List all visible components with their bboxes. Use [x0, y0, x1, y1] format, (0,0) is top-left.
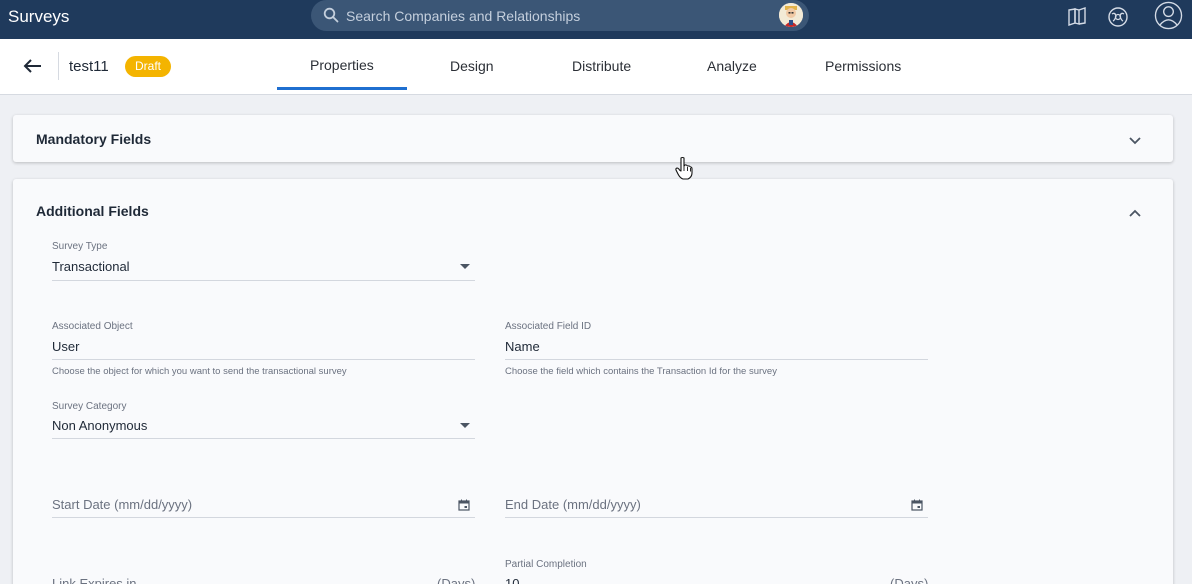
survey-category-label: Survey Category	[52, 401, 127, 412]
survey-name: test11	[69, 58, 109, 75]
additional-fields-panel: Additional Fields Survey Type Transactio…	[13, 179, 1173, 584]
top-bar: Surveys Search Companies and Relationshi…	[0, 0, 1192, 39]
end-date-input[interactable]: End Date (mm/dd/yyyy)	[505, 497, 641, 512]
partial-completion-input[interactable]: 10	[505, 576, 519, 584]
active-tab-indicator	[277, 87, 407, 90]
dropdown-caret-icon[interactable]	[460, 264, 470, 269]
tab-distribute[interactable]: Distribute	[572, 58, 631, 74]
mandatory-fields-title: Mandatory Fields	[36, 131, 152, 147]
survey-category-select[interactable]: Non Anonymous	[52, 418, 147, 433]
status-badge: Draft	[125, 56, 171, 77]
associated-field-id-underline	[505, 359, 928, 360]
tab-properties[interactable]: Properties	[310, 57, 374, 73]
link-expires-unit: (Days)	[437, 576, 476, 584]
user-avatar-icon	[779, 3, 803, 27]
calendar-icon[interactable]	[911, 499, 923, 511]
survey-header: test11 Draft Properties Design Distribut…	[0, 39, 1192, 95]
start-date-input[interactable]: Start Date (mm/dd/yyyy)	[52, 497, 192, 512]
header-divider	[58, 52, 59, 80]
hand-cursor-icon	[675, 156, 693, 180]
chevron-up-icon[interactable]	[1128, 206, 1142, 220]
associated-field-id-helper: Choose the field which contains the Tran…	[505, 366, 777, 377]
calendar-icon[interactable]	[458, 499, 470, 511]
associated-field-id-field[interactable]: Name	[505, 339, 540, 354]
global-search[interactable]: Search Companies and Relationships	[311, 0, 809, 31]
app-title: Surveys	[8, 7, 70, 26]
associated-object-label: Associated Object	[52, 321, 133, 332]
link-expires-input[interactable]: Link Expires in	[52, 576, 137, 584]
tab-design[interactable]: Design	[450, 58, 494, 74]
tab-permissions[interactable]: Permissions	[825, 58, 901, 74]
partial-completion-unit: (Days)	[890, 576, 929, 584]
survey-type-underline	[52, 280, 475, 281]
support-icon[interactable]	[1107, 6, 1129, 28]
dropdown-caret-icon[interactable]	[460, 423, 470, 428]
survey-category-underline	[52, 438, 475, 439]
partial-completion-label: Partial Completion	[505, 559, 587, 570]
survey-type-select[interactable]: Transactional	[52, 259, 130, 274]
additional-fields-title: Additional Fields	[36, 203, 149, 219]
mandatory-fields-panel[interactable]: Mandatory Fields	[13, 115, 1173, 162]
end-date-underline	[505, 517, 928, 518]
search-placeholder: Search Companies and Relationships	[346, 8, 581, 24]
start-date-underline	[52, 517, 475, 518]
search-icon	[323, 7, 339, 23]
book-icon[interactable]	[1066, 6, 1088, 28]
chevron-down-icon[interactable]	[1128, 134, 1142, 148]
survey-type-label: Survey Type	[52, 241, 108, 252]
tab-analyze[interactable]: Analyze	[707, 58, 757, 74]
back-arrow-icon[interactable]	[23, 56, 43, 76]
associated-object-field[interactable]: User	[52, 339, 79, 354]
avatar[interactable]	[779, 3, 803, 27]
associated-field-id-label: Associated Field ID	[505, 321, 592, 332]
profile-icon[interactable]	[1154, 1, 1183, 30]
associated-object-helper: Choose the object for which you want to …	[52, 366, 347, 377]
associated-object-underline	[52, 359, 475, 360]
